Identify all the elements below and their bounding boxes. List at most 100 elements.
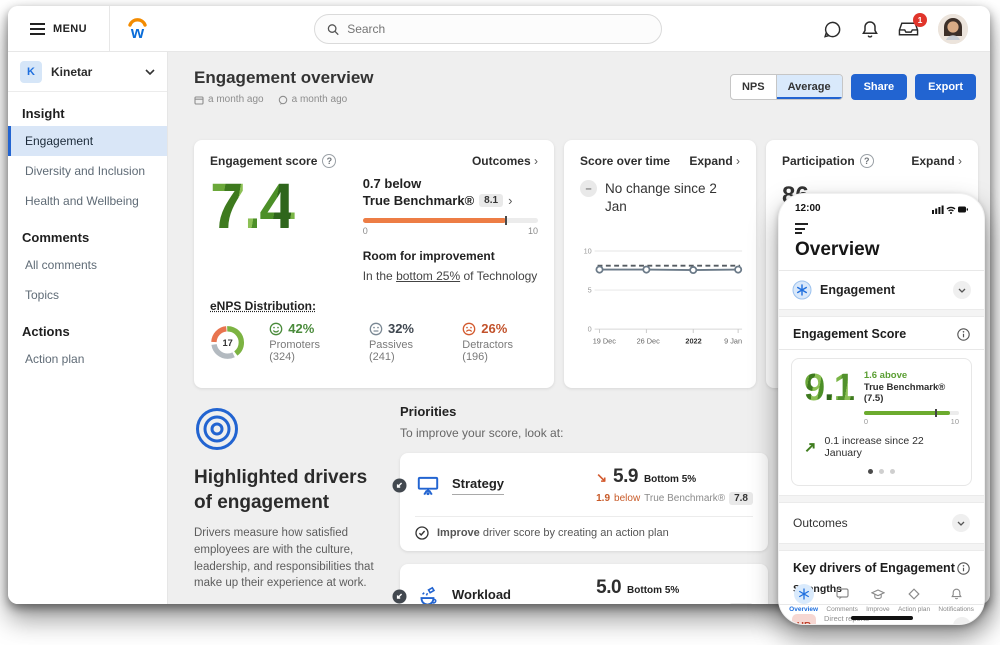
priority-card-workload[interactable]: Workload 5.0 Bottom 5% 2.6 below True Be…	[400, 564, 768, 604]
module-selector-row[interactable]: Engagement	[779, 271, 984, 309]
phone-progress-fill	[864, 411, 951, 415]
sidebar-item-diversity[interactable]: Diversity and Inclusion	[8, 156, 167, 186]
tab-comments[interactable]: Comments	[826, 584, 857, 613]
notifications-button[interactable]	[861, 20, 879, 39]
avatar-image	[938, 14, 968, 44]
no-change-icon: –	[580, 180, 597, 197]
y-tick-5: 5	[588, 286, 592, 295]
comment-icon	[278, 95, 288, 105]
commented-text: a month ago	[292, 94, 348, 105]
toggle-average[interactable]: Average	[776, 75, 842, 99]
expand-label: Expand	[911, 154, 954, 168]
company-selector[interactable]: K Kinetar	[8, 52, 167, 92]
report-collapse-button[interactable]	[953, 617, 971, 625]
y-tick-10: 10	[584, 247, 592, 256]
search-bar[interactable]	[314, 14, 662, 44]
x-tick-2: 26 Dec	[637, 337, 661, 346]
info-icon[interactable]	[957, 562, 970, 575]
status-underline[interactable]: bottom 25%	[396, 269, 460, 283]
phone-time: 12:00	[795, 203, 821, 214]
score-over-time-card: Score over time Expand › – No change sin…	[564, 140, 756, 388]
company-name: Kinetar	[51, 65, 136, 79]
phone-score-card: 9.1 1.6 above True Benchmark® (7.5) 0 10	[791, 358, 972, 486]
expand-participation-link[interactable]: Expand ›	[911, 154, 962, 168]
updated-meta: a month ago	[194, 94, 264, 105]
tab-notifications[interactable]: Notifications	[938, 584, 973, 613]
inbox-badge: 1	[913, 13, 927, 27]
engagement-score-title: Engagement Score	[793, 327, 906, 341]
module-collapse-button[interactable]	[953, 281, 971, 299]
module-name: Engagement	[820, 283, 945, 297]
tab-improve[interactable]: Improve	[866, 584, 889, 613]
detractors-stat: 26% Detractors (196)	[462, 321, 538, 363]
driver-name-strategy[interactable]: Strategy	[452, 476, 504, 495]
toggle-nps[interactable]: NPS	[731, 75, 776, 99]
engagement-score-section-header: Engagement Score	[779, 317, 984, 349]
chevron-up-icon	[958, 624, 966, 626]
phone-scale-max: 10	[951, 417, 959, 426]
strategy-benchmark-pill: 7.8	[729, 492, 753, 505]
expand-label: Expand	[689, 154, 732, 168]
search-input[interactable]	[347, 22, 649, 36]
sidebar-item-action-plan[interactable]: Action plan	[8, 344, 167, 374]
share-button[interactable]: Share	[851, 74, 908, 100]
outcomes-link-label: Outcomes	[472, 154, 531, 168]
workload-score: 5.0	[596, 577, 621, 599]
help-icon[interactable]: ?	[322, 154, 336, 168]
phone-outcomes-label: Outcomes	[793, 516, 848, 530]
topbar-icons: 1	[823, 6, 968, 52]
chevron-right-icon: ›	[736, 154, 740, 168]
enps-donut-chart: 17	[210, 324, 245, 361]
change-text: No change since 2 Jan	[605, 180, 740, 215]
priority-card-strategy[interactable]: Strategy ↘ 5.9 Bottom 5% 1.9 below True …	[400, 453, 768, 551]
expand-score-link[interactable]: Expand ›	[689, 154, 740, 168]
chat-button[interactable]	[823, 20, 842, 39]
carousel-dots[interactable]	[804, 469, 959, 474]
passives-pct: 32%	[388, 321, 414, 336]
sidebar-heading-actions: Actions	[8, 310, 167, 344]
sidebar-item-all-comments[interactable]: All comments	[8, 250, 167, 280]
updated-text: a month ago	[208, 94, 264, 105]
outcomes-row[interactable]: Outcomes	[779, 503, 984, 543]
workday-logo[interactable]: w	[124, 15, 151, 42]
inbox-button[interactable]: 1	[898, 20, 919, 38]
help-icon[interactable]: ?	[860, 154, 874, 168]
workload-rank: Bottom 5%	[627, 585, 679, 596]
engagement-module-icon	[792, 280, 812, 300]
enps-title[interactable]: eNPS Distribution:	[210, 299, 316, 313]
outcomes-link[interactable]: Outcomes ›	[472, 154, 538, 168]
chevron-down-icon	[145, 69, 155, 75]
driver-name-workload[interactable]: Workload	[452, 587, 511, 604]
improve-cap-icon	[871, 589, 885, 600]
strategy-icon	[415, 473, 441, 499]
chevron-right-icon[interactable]: ›	[508, 193, 512, 208]
score-line-chart: 10 5 0 19 Dec 26 Dec 2022 9 Jan	[580, 229, 744, 357]
y-tick-0: 0	[588, 325, 592, 334]
menu-label: MENU	[53, 23, 87, 35]
sidebar-heading-comments: Comments	[8, 216, 167, 250]
sidebar-item-engagement[interactable]: Engagement	[8, 126, 167, 156]
sidebar-item-health[interactable]: Health and Wellbeing	[8, 186, 167, 216]
chevron-right-icon: ›	[958, 154, 962, 168]
participation-title: Participation	[782, 154, 855, 168]
tab-overview[interactable]: Overview	[789, 584, 818, 613]
trend-up-icon	[804, 441, 817, 454]
promoters-label: Promoters (324)	[269, 339, 345, 363]
tab-improve-label: Improve	[866, 606, 889, 613]
score-progress-bar	[363, 218, 538, 223]
menu-button[interactable]: MENU	[8, 6, 110, 52]
sidebar-item-topics[interactable]: Topics	[8, 280, 167, 310]
info-icon[interactable]	[957, 328, 970, 341]
drivers-body: Drivers measure how satisfied employees …	[194, 525, 386, 592]
export-button[interactable]: Export	[915, 74, 976, 100]
benchmark-tick	[505, 216, 507, 225]
strategy-delta: 1.9	[596, 493, 610, 504]
engagement-score-card: Engagement score ? Outcomes › 7.4 0.7 be…	[194, 140, 554, 388]
user-avatar[interactable]	[938, 14, 968, 44]
chevron-down-icon	[958, 288, 966, 293]
outcomes-expand-button[interactable]	[952, 514, 970, 532]
report-avatar: HB	[792, 614, 816, 625]
action-hint[interactable]: Improve driver score by creating an acti…	[415, 516, 753, 540]
tab-action-plan[interactable]: Action plan	[898, 584, 930, 613]
filter-icon[interactable]	[795, 223, 984, 234]
